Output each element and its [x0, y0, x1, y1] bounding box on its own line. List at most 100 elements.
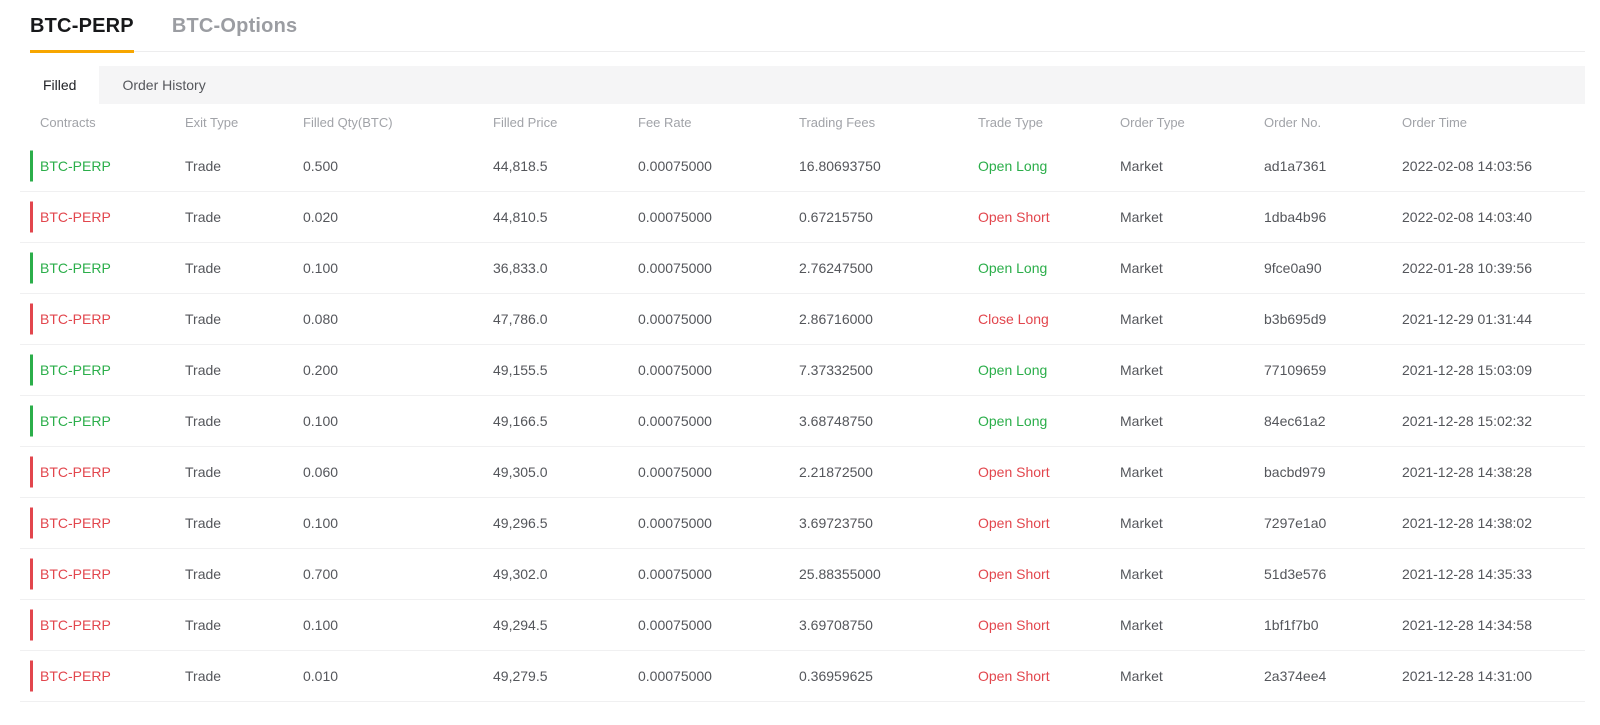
tab-filled[interactable]: Filled [20, 66, 100, 104]
order-no-cell: 1bf1f7b0 [1264, 617, 1319, 633]
trade-type-cell: Close Long [978, 311, 1049, 327]
filled-price-cell: 49,305.0 [493, 464, 548, 480]
order-no-cell: 51d3e576 [1264, 566, 1327, 582]
exit-type-cell: Trade [185, 668, 222, 684]
trade-type-cell: Open Short [978, 515, 1050, 531]
trading-fees-cell: 2.86716000 [799, 311, 873, 327]
tab-btc-options[interactable]: BTC-Options [172, 15, 298, 51]
trade-type-cell: Open Short [978, 617, 1050, 633]
fee-rate-cell: 0.00075000 [638, 668, 712, 684]
filled-price-cell: 47,786.0 [493, 311, 548, 327]
column-header-exit-type: Exit Type [185, 115, 239, 130]
order-no-cell: 1dba4b96 [1264, 209, 1327, 225]
table-row: BTC-PERP Trade 0.060 49,305.0 0.00075000… [20, 447, 1585, 498]
contract-name: BTC-PERP [40, 566, 111, 582]
filled-price-cell: 49,302.0 [493, 566, 548, 582]
order-no-cell: 77109659 [1264, 362, 1327, 378]
filled-qty-cell: 0.060 [303, 464, 339, 480]
filled-price-cell: 44,810.5 [493, 209, 548, 225]
contract-name: BTC-PERP [40, 668, 111, 684]
column-header-trade-type: Trade Type [978, 115, 1044, 130]
trade-type-cell: Open Long [978, 362, 1048, 378]
order-type-cell: Market [1120, 515, 1163, 531]
table-body: BTC-PERP Trade 0.500 44,818.5 0.00075000… [20, 141, 1585, 702]
exit-type-cell: Trade [185, 566, 222, 582]
contract-name: BTC-PERP [40, 260, 111, 276]
contract-name: BTC-PERP [40, 362, 111, 378]
table-row: BTC-PERP Trade 0.020 44,810.5 0.00075000… [20, 192, 1585, 243]
view-tabs: Filled Order History [20, 66, 1585, 104]
exit-type-cell: Trade [185, 260, 222, 276]
order-time-cell: 2021-12-28 14:35:33 [1402, 566, 1532, 582]
trading-fees-cell: 7.37332500 [799, 362, 873, 378]
order-no-cell: 2a374ee4 [1264, 668, 1327, 684]
filled-qty-cell: 0.100 [303, 515, 339, 531]
filled-qty-cell: 0.100 [303, 260, 339, 276]
trading-fees-cell: 2.76247500 [799, 260, 873, 276]
contracts-cell: BTC-PERP [20, 201, 185, 233]
contracts-cell: BTC-PERP [20, 558, 185, 590]
filled-qty-cell: 0.100 [303, 413, 339, 429]
trade-side-indicator-bar [30, 456, 33, 488]
trade-side-indicator-bar [30, 405, 33, 437]
contract-name: BTC-PERP [40, 209, 111, 225]
fee-rate-cell: 0.00075000 [638, 158, 712, 174]
column-header-contracts: Contracts [40, 115, 96, 130]
order-time-cell: 2021-12-28 15:03:09 [1402, 362, 1532, 378]
trade-type-cell: Open Short [978, 566, 1050, 582]
fee-rate-cell: 0.00075000 [638, 362, 712, 378]
order-type-cell: Market [1120, 260, 1163, 276]
order-type-cell: Market [1120, 464, 1163, 480]
filled-qty-cell: 0.020 [303, 209, 339, 225]
order-time-cell: 2021-12-28 14:38:02 [1402, 515, 1532, 531]
contract-name: BTC-PERP [40, 311, 111, 327]
contracts-cell: BTC-PERP [20, 660, 185, 692]
fee-rate-cell: 0.00075000 [638, 209, 712, 225]
trade-side-indicator-bar [30, 303, 33, 335]
table-row: BTC-PERP Trade 0.080 47,786.0 0.00075000… [20, 294, 1585, 345]
trading-fees-cell: 16.80693750 [799, 158, 881, 174]
contract-name: BTC-PERP [40, 158, 111, 174]
trading-fees-cell: 3.69723750 [799, 515, 873, 531]
order-type-cell: Market [1120, 413, 1163, 429]
contract-name: BTC-PERP [40, 515, 111, 531]
tab-btc-perp[interactable]: BTC-PERP [30, 15, 134, 53]
trade-side-indicator-bar [30, 354, 33, 386]
contract-name: BTC-PERP [40, 617, 111, 633]
exit-type-cell: Trade [185, 311, 222, 327]
order-no-cell: b3b695d9 [1264, 311, 1327, 327]
trading-fees-cell: 2.21872500 [799, 464, 873, 480]
order-no-cell: 84ec61a2 [1264, 413, 1326, 429]
exit-type-cell: Trade [185, 617, 222, 633]
filled-price-cell: 36,833.0 [493, 260, 548, 276]
trade-type-cell: Open Short [978, 668, 1050, 684]
contract-name: BTC-PERP [40, 464, 111, 480]
trade-type-cell: Open Long [978, 260, 1048, 276]
contracts-cell: BTC-PERP [20, 354, 185, 386]
trade-side-indicator-bar [30, 660, 33, 692]
tab-order-history[interactable]: Order History [99, 66, 228, 104]
trade-side-indicator-bar [30, 150, 33, 182]
filled-orders-table: Contracts Exit Type Filled Qty(BTC) Fill… [20, 104, 1585, 702]
market-tabs: BTC-PERP BTC-Options [30, 0, 1585, 53]
fee-rate-cell: 0.00075000 [638, 515, 712, 531]
column-header-fee-rate: Fee Rate [638, 115, 692, 130]
trade-side-indicator-bar [30, 609, 33, 641]
order-type-cell: Market [1120, 209, 1163, 225]
fee-rate-cell: 0.00075000 [638, 311, 712, 327]
contracts-cell: BTC-PERP [20, 303, 185, 335]
filled-qty-cell: 0.500 [303, 158, 339, 174]
trade-side-indicator-bar [30, 201, 33, 233]
order-type-cell: Market [1120, 566, 1163, 582]
table-header-row: Contracts Exit Type Filled Qty(BTC) Fill… [20, 104, 1585, 141]
fee-rate-cell: 0.00075000 [638, 464, 712, 480]
table-row: BTC-PERP Trade 0.200 49,155.5 0.00075000… [20, 345, 1585, 396]
column-header-order-type: Order Type [1120, 115, 1185, 130]
table-row: BTC-PERP Trade 0.100 49,166.5 0.00075000… [20, 396, 1585, 447]
trade-side-indicator-bar [30, 252, 33, 284]
order-time-cell: 2022-02-08 14:03:40 [1402, 209, 1532, 225]
filled-qty-cell: 0.080 [303, 311, 339, 327]
order-time-cell: 2021-12-28 14:38:28 [1402, 464, 1532, 480]
filled-qty-cell: 0.700 [303, 566, 339, 582]
order-time-cell: 2021-12-28 14:31:00 [1402, 668, 1532, 684]
